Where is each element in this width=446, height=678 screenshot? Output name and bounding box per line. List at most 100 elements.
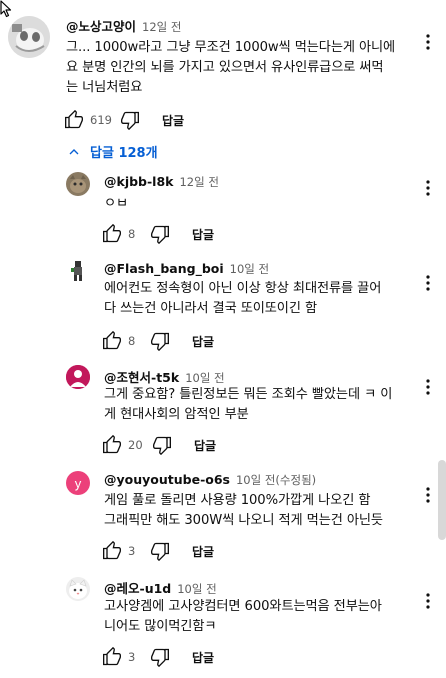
dislike-button[interactable] (148, 645, 172, 669)
comment-author[interactable]: @조현서-t5k (104, 367, 179, 386)
thumb-down-icon (121, 111, 139, 130)
chevron-up-icon (69, 148, 79, 154)
more-options-button[interactable] (416, 589, 440, 613)
avatar[interactable] (66, 365, 90, 389)
avatar[interactable] (66, 577, 90, 601)
thumb-down-icon (151, 225, 169, 244)
more-options-button[interactable] (416, 483, 440, 507)
comment-meta: @조현서-t5k 10일 전 (104, 367, 225, 386)
comments-panel: @노상고양이 12일 전 그... 1000w라고 그냥 무조건 1000w씩 … (0, 0, 446, 678)
reply-comment: @레오-u1d 10일 전 고사양겜에 고사양컴터면 600와트는먹음 전부는아… (0, 575, 446, 675)
more-vert-icon (426, 593, 430, 609)
comment-text: 그... 1000w라고 그냥 무조건 1000w씩 먹는다는게 아니에 요 분… (66, 40, 396, 95)
dislike-button[interactable] (148, 222, 172, 246)
comment-actions: 20 답글 (100, 433, 216, 457)
more-options-button[interactable] (416, 176, 440, 200)
comment-meta: @노상고양이 12일 전 (66, 16, 181, 35)
more-options-button[interactable] (416, 271, 440, 295)
cat-avatar-icon (8, 16, 50, 58)
scrollbar-thumb[interactable] (438, 460, 446, 540)
comment-author[interactable]: @kjbb-l8k (104, 174, 173, 189)
like-count: 3 (128, 544, 136, 558)
dislike-button[interactable] (150, 433, 174, 457)
thumb-up-icon (65, 110, 83, 129)
like-count: 619 (90, 113, 112, 127)
like-count: 20 (128, 438, 143, 452)
dislike-button[interactable] (148, 539, 172, 563)
more-vert-icon (426, 379, 430, 395)
like-button[interactable] (100, 433, 124, 457)
more-vert-icon (426, 487, 430, 503)
dislike-button[interactable] (148, 329, 172, 353)
comment-meta: @youyoutube-o6s 10일 전(수정됨) (104, 472, 316, 488)
figure-avatar-icon (66, 259, 90, 283)
like-button[interactable] (100, 329, 124, 353)
more-vert-icon (426, 275, 430, 291)
reply-button[interactable]: 답글 (162, 112, 184, 129)
comment-author[interactable]: @노상고양이 (66, 16, 136, 35)
reply-comment: @Flash_bang_boi 10일 전 에어컨도 정속형이 아닌 이상 항상… (0, 257, 446, 357)
like-count: 8 (128, 227, 136, 241)
like-button[interactable] (62, 108, 86, 132)
top-comment: @노상고양이 12일 전 그... 1000w라고 그냥 무조건 1000w씩 … (0, 0, 446, 140)
comment-actions: 619 답글 (62, 108, 184, 132)
like-button[interactable] (100, 222, 124, 246)
reply-comment: @kjbb-l8k 12일 전 ㅇㅂ 8 답글 (0, 170, 446, 250)
like-count: 3 (128, 650, 136, 664)
avatar-letter: y (74, 475, 82, 491)
comment-meta: @kjbb-l8k 12일 전 (104, 174, 219, 190)
thumb-up-icon (103, 224, 121, 243)
comment-time[interactable]: 12일 전 (179, 174, 218, 190)
comment-meta: @Flash_bang_boi 10일 전 (104, 261, 269, 277)
comment-text: 에어컨도 정속형이 아닌 이상 항상 최대전류를 끌어 다 쓰는건 아니라서 결… (104, 281, 382, 316)
thumb-up-icon (103, 541, 121, 560)
comment-time[interactable]: 10일 전 (230, 261, 269, 277)
more-vert-icon (426, 180, 430, 196)
comment-author[interactable]: @youyoutube-o6s (104, 472, 230, 487)
like-button[interactable] (100, 539, 124, 563)
comment-actions: 3 답글 (100, 645, 214, 669)
avatar[interactable] (8, 16, 50, 58)
thumb-down-icon (153, 436, 171, 455)
thumb-down-icon (151, 332, 169, 351)
comment-meta: @레오-u1d 10일 전 (104, 578, 217, 597)
dislike-button[interactable] (118, 108, 142, 132)
comment-time[interactable]: 10일 전 (177, 581, 216, 597)
reply-button[interactable]: 답글 (192, 649, 214, 666)
more-vert-icon (426, 34, 430, 50)
reply-comment: y @youyoutube-o6s 10일 전(수정됨) 게임 풀로 돌리면 사… (0, 469, 446, 569)
comment-author[interactable]: @레오-u1d (104, 578, 171, 597)
comment-time[interactable]: 10일 전 (185, 370, 224, 386)
replies-toggle-label: 답글 128개 (90, 146, 158, 161)
avatar[interactable] (66, 172, 90, 196)
thumb-down-icon (151, 542, 169, 561)
user-avatar-icon (66, 365, 90, 389)
comment-time[interactable]: 12일 전 (142, 19, 181, 35)
like-count: 8 (128, 334, 136, 348)
thumb-up-icon (103, 647, 121, 666)
thumb-up-icon (103, 435, 121, 454)
cat-avatar-icon (66, 577, 90, 601)
comment-text: 게임 풀로 돌리면 사용량 100%가깝게 나오긴 함 그래픽만 해도 300W… (104, 493, 383, 528)
comment-actions: 3 답글 (100, 539, 214, 563)
comment-text: 고사양겜에 고사양컴터면 600와트는먹음 전부는아 니어도 많이먹긴함ㅋ (104, 599, 382, 634)
like-button[interactable] (100, 645, 124, 669)
reply-button[interactable]: 답글 (194, 437, 216, 454)
thumb-down-icon (151, 648, 169, 667)
reply-comment: @조현서-t5k 10일 전 그게 중요함? 틀린정보든 뭐든 조회수 빨았는데… (0, 363, 446, 463)
thumb-up-icon (103, 331, 121, 350)
comment-actions: 8 답글 (100, 329, 214, 353)
reply-button[interactable]: 답글 (192, 226, 214, 243)
comment-text: ㅇㅂ (104, 196, 129, 211)
reply-button[interactable]: 답글 (192, 543, 214, 560)
avatar[interactable] (66, 259, 90, 283)
replies-toggle-button[interactable]: 답글 128개 (66, 142, 158, 161)
cat-avatar-icon (66, 172, 90, 196)
comment-actions: 8 답글 (100, 222, 214, 246)
comment-author[interactable]: @Flash_bang_boi (104, 261, 224, 276)
more-options-button[interactable] (416, 375, 440, 399)
reply-button[interactable]: 답글 (192, 333, 214, 350)
comment-time[interactable]: 10일 전(수정됨) (236, 472, 316, 488)
more-options-button[interactable] (416, 30, 440, 54)
avatar[interactable]: y (66, 471, 90, 495)
